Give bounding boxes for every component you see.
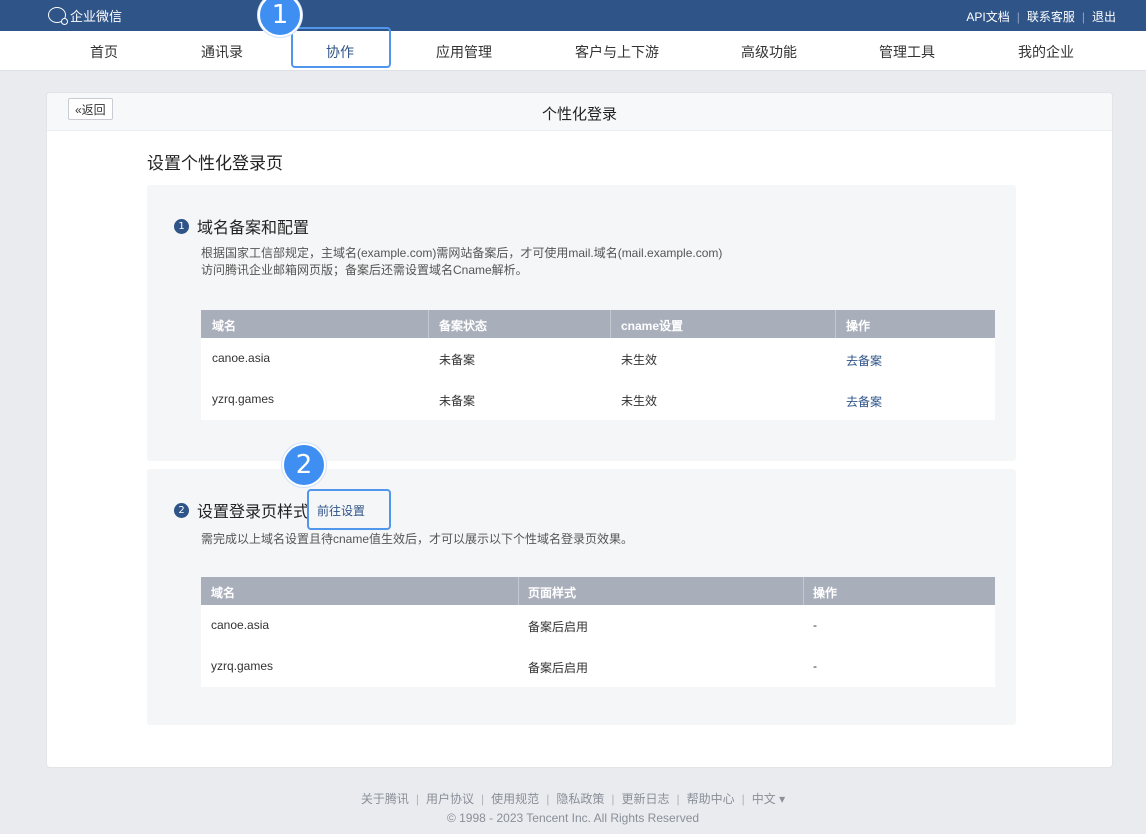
app-logo[interactable]: 企业微信	[48, 5, 122, 25]
nav-contacts[interactable]: 通讯录	[201, 42, 243, 62]
logout-link[interactable]: 退出	[1092, 8, 1116, 25]
footer-changelog-link[interactable]: 更新日志	[621, 792, 669, 806]
content-card: «返回 个性化登录 设置个性化登录页 1 域名备案和配置 根据国家工信部规定，主…	[46, 92, 1113, 768]
separator: |	[546, 792, 550, 806]
card-header: «返回 个性化登录	[47, 93, 1112, 131]
cell-domain: yzrq.games	[212, 392, 275, 406]
footer-agreement-link[interactable]: 用户协议	[426, 792, 474, 806]
separator: |	[741, 792, 745, 806]
cell-cname: 未生效	[621, 353, 658, 367]
cell-cname: 未生效	[621, 394, 658, 408]
language-selector[interactable]: 中文 ▾	[752, 792, 785, 806]
login-style-table: 域名 页面样式 操作 canoe.asia 备案后启用 - yzrq.games…	[201, 577, 995, 687]
domain-table: 域名 备案状态 cname设置 操作 canoe.asia 未备案 未生效 去备…	[201, 310, 995, 420]
nav-admin-tools[interactable]: 管理工具	[879, 42, 935, 62]
go-settings-highlight	[307, 489, 391, 530]
top-links: API文档 | 联系客服 | 退出	[966, 8, 1116, 25]
go-record-link[interactable]: 去备案	[846, 352, 882, 369]
step2-description: 需完成以上域名设置且待cname值生效后，才可以展示以下个性域名登录页效果。	[201, 532, 634, 546]
step1-title: 域名备案和配置	[197, 220, 310, 237]
contact-support-link[interactable]: 联系客服	[1027, 8, 1075, 25]
cell-action: -	[813, 618, 817, 632]
footer-help-link[interactable]: 帮助中心	[687, 792, 735, 806]
cell-domain: canoe.asia	[211, 618, 270, 632]
footer-links: 关于腾讯 | 用户协议 | 使用规范 | 隐私政策 | 更新日志 | 帮助中心 | 中文 ▾	[0, 790, 1146, 807]
col-divider	[428, 310, 429, 338]
step2-number: 2	[174, 502, 189, 518]
nav-customers[interactable]: 客户与上下游	[575, 42, 659, 62]
step2-title: 设置登录页样式	[197, 504, 310, 521]
step1-number: 1	[174, 218, 189, 234]
nav-app-management[interactable]: 应用管理	[436, 42, 492, 62]
nav-home[interactable]: 首页	[90, 42, 118, 62]
go-record-link[interactable]: 去备案	[846, 393, 882, 410]
page-title: 个性化登录	[541, 106, 617, 123]
step1-desc-line2: 访问腾讯企业邮箱网页版；备案后还需设置域名Cname解析。	[201, 263, 528, 277]
cell-page-style: 备案后启用	[528, 661, 589, 675]
separator: |	[481, 792, 485, 806]
api-docs-link[interactable]: API文档	[966, 8, 1009, 25]
step1-description: 根据国家工信部规定，主域名(example.com)需网站备案后，才可使用mai…	[201, 245, 722, 279]
step1-desc-line1: 根据国家工信部规定，主域名(example.com)需网站备案后，才可使用mai…	[201, 246, 723, 260]
cell-domain: canoe.asia	[212, 351, 271, 365]
table-row: canoe.asia 未备案 未生效 去备案	[201, 338, 995, 379]
cell-record-status: 未备案	[439, 353, 476, 367]
table-header: 域名 备案状态 cname设置 操作	[201, 310, 995, 338]
wecom-logo-icon	[48, 7, 68, 25]
col-divider	[835, 310, 836, 338]
separator: |	[415, 792, 420, 806]
separator: |	[676, 792, 680, 806]
cell-domain: yzrq.games	[211, 659, 274, 673]
cell-action: -	[813, 659, 817, 673]
separator: |	[611, 792, 615, 806]
app-name: 企业微信	[70, 8, 123, 24]
main-nav: 首页 通讯录 协作 应用管理 客户与上下游 高级功能 管理工具 我的企业	[0, 31, 1146, 71]
login-style-panel: 2 设置登录页样式 前往设置 需完成以上域名设置且待cname值生效后，才可以展…	[147, 469, 1016, 725]
copyright: © 1998 - 2023 Tencent Inc. All Rights Re…	[446, 811, 700, 825]
collaboration-highlight	[291, 27, 391, 68]
table-row: yzrq.games 未备案 未生效 去备案	[201, 379, 995, 420]
step-marker-2: 2	[282, 443, 326, 487]
step1-heading: 1 域名备案和配置	[174, 214, 309, 238]
footer-about-link[interactable]: 关于腾讯	[361, 792, 409, 806]
section-title: 设置个性化登录页	[147, 154, 283, 173]
table-row: yzrq.games 备案后启用 -	[201, 646, 995, 687]
nav-advanced[interactable]: 高级功能	[741, 42, 797, 62]
separator: |	[1081, 9, 1085, 24]
footer-rules-link[interactable]: 使用规范	[491, 792, 539, 806]
cell-page-style: 备案后启用	[528, 620, 589, 634]
col-divider	[610, 310, 611, 338]
col-divider	[803, 577, 804, 605]
footer-privacy-link[interactable]: 隐私政策	[556, 792, 604, 806]
table-row: canoe.asia 备案后启用 -	[201, 605, 995, 646]
separator: |	[1016, 9, 1020, 24]
domain-config-panel: 1 域名备案和配置 根据国家工信部规定，主域名(example.com)需网站备…	[147, 185, 1016, 461]
cell-record-status: 未备案	[439, 394, 476, 408]
top-bar: 企业微信 API文档 | 联系客服 | 退出	[0, 0, 1146, 31]
nav-my-company[interactable]: 我的企业	[1018, 42, 1074, 62]
table-header: 域名 页面样式 操作	[201, 577, 995, 605]
col-divider	[518, 577, 519, 605]
